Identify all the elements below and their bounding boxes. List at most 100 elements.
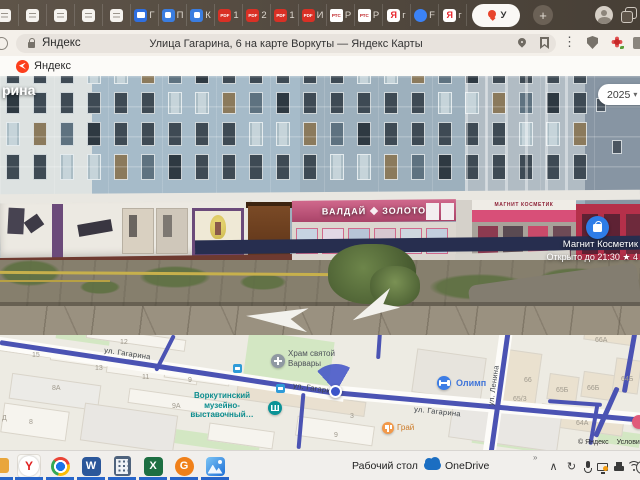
browser-tab[interactable] — [47, 4, 75, 26]
zoloto-sign-text: ЗОЛОТО — [382, 205, 427, 216]
browser-tab[interactable]: Г — [131, 4, 159, 26]
browser-tab[interactable] — [19, 4, 47, 26]
browser-tab[interactable]: F — [411, 4, 439, 26]
building-window — [357, 122, 371, 146]
building-window — [330, 154, 344, 180]
copyright-link[interactable]: © Яндекс — [578, 439, 609, 446]
magnit-poi-badge[interactable] — [586, 216, 609, 239]
museum-poi-label[interactable]: Воркутинский музейно- выставочный… — [178, 391, 266, 420]
yandex-favicon-icon — [387, 8, 401, 22]
building-window — [573, 76, 587, 84]
building-window — [114, 154, 128, 180]
building-number-label: 8А — [52, 385, 61, 392]
browser-tab[interactable]: К — [187, 4, 215, 26]
magnit-poi-hours: Открыто до 21:30 ★ 4 — [468, 252, 638, 263]
building-window — [168, 122, 182, 146]
purple-strip — [52, 204, 63, 258]
sync-icon[interactable]: ↻ — [564, 459, 579, 474]
building-window — [546, 92, 560, 114]
tab-panels-icon[interactable] — [621, 7, 637, 23]
browser-tab[interactable] — [103, 4, 131, 26]
magnit-pink-band — [472, 210, 576, 222]
browser-tab[interactable]: Р — [355, 4, 383, 26]
olimp-poi-icon[interactable] — [437, 376, 451, 390]
building-number-label: Д — [2, 415, 7, 422]
building-window — [303, 154, 317, 180]
address-bar: Яндекс Улица Гагарина, 6 на карте Воркут… — [0, 30, 640, 56]
poster-figure — [215, 222, 221, 235]
building-window — [519, 76, 533, 84]
church-poi-icon[interactable] — [271, 354, 285, 368]
tab-title: П — [176, 9, 184, 21]
museum-poi-icon[interactable] — [268, 401, 282, 415]
building-window — [222, 92, 236, 114]
building-window — [33, 122, 47, 146]
building-number-label: 66А — [595, 337, 608, 344]
cross-icon — [274, 357, 282, 365]
pdf-favicon-icon — [246, 8, 260, 22]
building-window — [141, 92, 155, 114]
page-favicon-icon — [26, 8, 39, 22]
terms-link[interactable]: Условия — [617, 439, 640, 446]
magnit-poi-title[interactable]: Магнит Косметик — [498, 239, 638, 250]
olimp-poi-label[interactable]: Олимп — [456, 378, 486, 388]
shield-extension-icon[interactable] — [587, 36, 598, 49]
tab-title: 2 — [261, 9, 267, 21]
display-icon[interactable] — [595, 459, 610, 474]
year-selector[interactable]: 2025 ▾ — [598, 84, 640, 105]
mic-icon[interactable] — [580, 459, 595, 474]
year-value: 2025 — [607, 88, 631, 101]
panorama-line[interactable] — [376, 335, 382, 360]
profile-avatar[interactable] — [595, 6, 613, 24]
browser-tab[interactable] — [0, 4, 19, 26]
pin-favicon-icon — [486, 9, 499, 22]
browser-tab[interactable]: Р — [327, 4, 355, 26]
browser-tab[interactable]: И — [299, 4, 327, 26]
chevron-up-icon[interactable]: ∧ — [546, 459, 561, 474]
building-number-label: 12 — [120, 339, 128, 346]
new-tab-button[interactable]: + — [533, 5, 553, 25]
building-window — [168, 92, 182, 114]
building-window — [222, 154, 236, 180]
extension-partial-icon[interactable] — [633, 37, 640, 49]
dumbbell-icon — [438, 380, 450, 386]
shop-poster — [7, 207, 25, 235]
museum-label-line: выставочный… — [190, 410, 254, 420]
building-window — [546, 154, 560, 180]
bookmark-label[interactable]: Яндекс — [34, 60, 71, 72]
page-favicon-icon — [0, 8, 11, 22]
browser-tab[interactable]: г — [439, 4, 467, 26]
grass-patch — [140, 266, 210, 288]
building-window — [222, 76, 236, 84]
browser-tab[interactable]: П — [159, 4, 187, 26]
browser-tab[interactable]: 1 — [271, 4, 299, 26]
reload-icon[interactable] — [0, 37, 8, 50]
rating-value: 4 — [632, 252, 638, 262]
magnit-fascia-text: МАГНИТ КОСМЕТИК — [494, 202, 554, 208]
browser-tab[interactable]: 1 — [215, 4, 243, 26]
browser-tab[interactable]: 2 — [243, 4, 271, 26]
building-window — [492, 122, 506, 146]
building-window — [141, 76, 155, 84]
fork-icon — [384, 424, 392, 432]
transit-stop-icon[interactable] — [276, 384, 285, 393]
mini-map[interactable]: 12 15 13 11 9 8А 9А 8 Д 3 9 66 65Б 66Б 64Б 65/3 64А 66А ул… — [0, 335, 640, 450]
yandex-bookmark-icon[interactable] — [16, 59, 29, 73]
browser-tab[interactable]: г — [383, 4, 411, 26]
flower-extension-icon[interactable] — [611, 36, 624, 49]
building-window — [357, 76, 371, 84]
browser-tab-active[interactable]: У — [472, 3, 520, 27]
browser-tab-strip: Г П К 1 2 1 И Р Рг Fг У + — [0, 0, 640, 30]
street-name-overlay: рина — [2, 82, 36, 98]
building-number-label: 66Б — [587, 385, 600, 392]
street-panorama[interactable]: ВАЛДАЙ ЗОЛОТО МАГНИТ КОСМЕТИК рина 2025 … — [0, 76, 640, 335]
devices-icon[interactable] — [611, 459, 626, 474]
browser-tab[interactable] — [75, 4, 103, 26]
cafe-poi-icon[interactable] — [382, 422, 394, 434]
transit-stop-icon[interactable] — [233, 364, 242, 373]
cafe-poi-label[interactable]: Грай — [397, 423, 414, 432]
poi-partial-icon[interactable] — [632, 415, 640, 429]
menu-dots-icon[interactable]: ⋮ — [563, 34, 576, 50]
pdf-favicon-icon — [274, 8, 288, 22]
valdai-sign-text: ВАЛДАЙ — [321, 206, 367, 217]
